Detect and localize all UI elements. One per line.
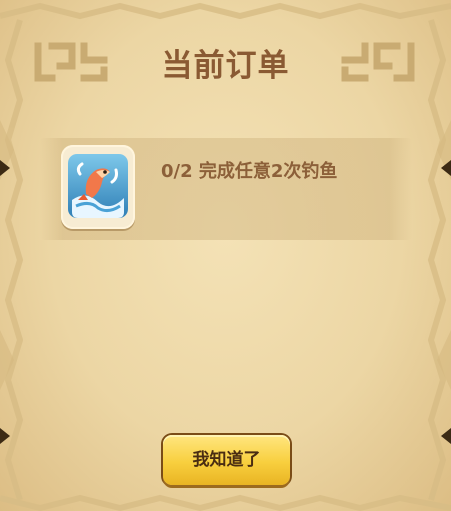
- order-item-card: [61, 145, 135, 229]
- got-it-button[interactable]: 我知道了: [163, 435, 290, 485]
- order-progress-text: 0/2 完成任意2次钓鱼: [161, 161, 338, 182]
- panel-title: 当前订单: [161, 48, 290, 84]
- fish-jumping-icon: [68, 154, 128, 218]
